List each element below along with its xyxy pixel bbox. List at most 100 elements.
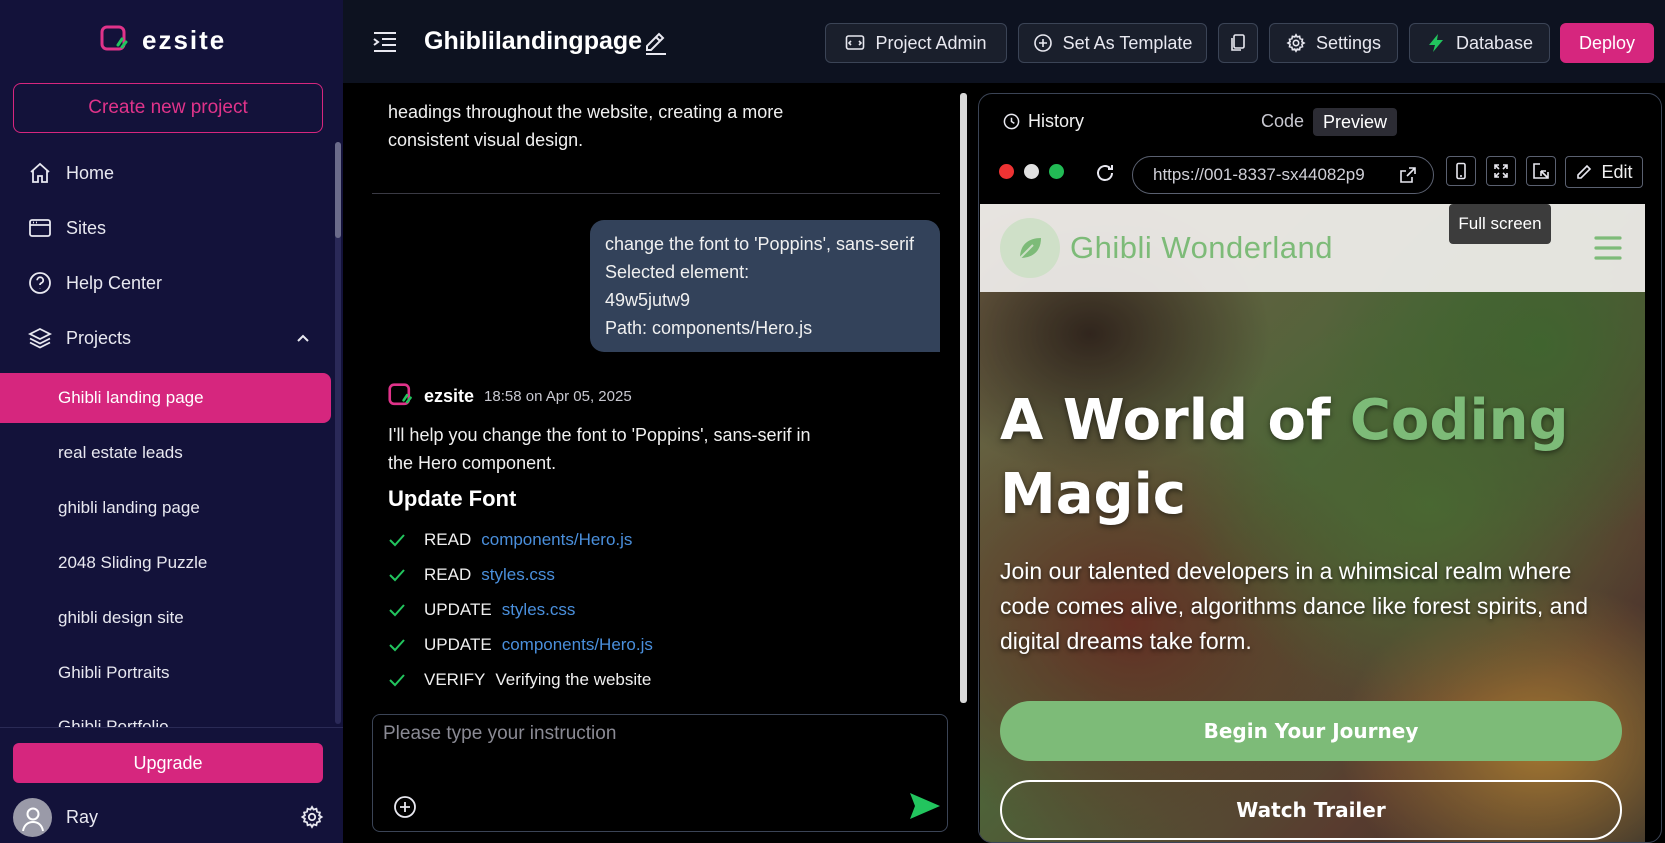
window-minimize-dot[interactable] — [1024, 164, 1039, 179]
help-circle-icon — [29, 272, 51, 294]
step-file-link[interactable]: components/Hero.js — [502, 635, 653, 655]
project-item-active[interactable]: Ghibli landing page — [0, 373, 331, 423]
step-file-link[interactable]: styles.css — [502, 600, 576, 620]
tab-preview[interactable]: Preview — [1313, 108, 1398, 136]
chat-scrollbar-thumb[interactable] — [960, 93, 967, 703]
set-as-template-button[interactable]: Set As Template — [1018, 23, 1207, 63]
check-icon — [389, 639, 405, 652]
ezsite-logo-icon — [388, 383, 412, 406]
window-close-dot[interactable] — [999, 164, 1014, 179]
deploy-button[interactable]: Deploy — [1560, 23, 1654, 63]
step-file-link[interactable]: styles.css — [481, 565, 555, 585]
site-brand-name[interactable]: Ghibli Wonderland — [1070, 230, 1333, 266]
select-element-button[interactable] — [1526, 156, 1556, 186]
hero-title-part: A World of — [1000, 388, 1350, 453]
ezsite-logo-icon — [100, 25, 128, 51]
watch-trailer-button[interactable]: Watch Trailer — [1000, 780, 1622, 840]
mobile-device-icon — [1456, 162, 1466, 180]
layers-icon — [28, 327, 52, 349]
project-item[interactable]: ghibli landing page — [58, 496, 200, 520]
plus-circle-icon — [1033, 34, 1052, 52]
check-icon — [389, 604, 405, 617]
database-button[interactable]: Database — [1409, 23, 1550, 63]
url-text: https://001-8337-sx44082p9 — [1153, 165, 1365, 184]
site-preview-frame[interactable]: Ghibli Wonderland A World of Coding Magic… — [980, 204, 1645, 842]
settings-label: Settings — [1315, 32, 1382, 53]
collapse-menu-icon[interactable] — [372, 30, 398, 54]
assistant-reply: I'll help you change the font to 'Poppin… — [388, 425, 811, 473]
history-label: History — [1028, 111, 1085, 131]
window-maximize-dot[interactable] — [1049, 164, 1064, 179]
reload-icon[interactable] — [1094, 162, 1116, 184]
history-button[interactable]: History — [1003, 111, 1084, 132]
step-action: VERIFY — [424, 670, 486, 689]
nav-sites-label: Sites — [66, 217, 107, 238]
project-admin-button[interactable]: Project Admin — [825, 23, 1007, 63]
nav-home[interactable]: Home — [28, 158, 114, 188]
copy-button[interactable] — [1218, 23, 1258, 63]
step-action: UPDATE — [424, 635, 492, 654]
step-action: READ — [424, 530, 472, 549]
hamburger-menu-icon[interactable] — [1594, 235, 1622, 261]
user-profile[interactable]: Ray — [13, 798, 98, 837]
tab-code[interactable]: Code — [1261, 111, 1304, 132]
brand-name: ezsite — [142, 24, 227, 55]
pencil-icon[interactable] — [643, 30, 669, 56]
project-item[interactable]: 2048 Sliding Puzzle — [58, 551, 207, 575]
step-action: READ — [424, 565, 472, 584]
nav-projects[interactable]: Projects — [28, 323, 131, 353]
nav-help-label: Help Center — [66, 272, 163, 293]
project-item[interactable]: real estate leads — [58, 441, 183, 465]
nav-sites[interactable]: Sites — [28, 213, 106, 243]
instruction-input[interactable] — [383, 723, 933, 773]
plus-circle-icon[interactable] — [393, 795, 417, 819]
step-item: READ styles.css — [388, 562, 555, 588]
chat-scrollbar[interactable] — [960, 93, 967, 703]
chevron-up-icon[interactable] — [294, 330, 312, 348]
fullscreen-icon — [1494, 164, 1508, 178]
project-item-clipped[interactable]: Ghibli Portfolio — [58, 716, 169, 727]
step-file-link[interactable]: components/Hero.js — [481, 530, 632, 550]
user-name: Ray — [66, 807, 99, 827]
fullscreen-button[interactable] — [1486, 156, 1516, 186]
database-label: Database — [1455, 32, 1534, 53]
begin-journey-button[interactable]: Begin Your Journey — [1000, 701, 1622, 761]
user-message-line: Selected element: — [605, 262, 750, 282]
cursor-select-icon — [1533, 163, 1549, 179]
sidebar-divider — [0, 727, 343, 728]
home-icon — [30, 162, 50, 183]
step-item: READ components/Hero.js — [388, 527, 632, 553]
mobile-view-button[interactable] — [1446, 156, 1476, 186]
sidebar: ezsite Create new project Home Sites Hel… — [0, 0, 343, 843]
send-icon[interactable] — [908, 791, 942, 821]
brand-logo[interactable]: ezsite — [100, 22, 226, 58]
nav-projects-label: Projects — [66, 327, 132, 348]
clock-history-icon — [1003, 113, 1020, 130]
step-item: UPDATE components/Hero.js — [388, 632, 653, 658]
settings-button[interactable]: Settings — [1269, 23, 1398, 63]
fullscreen-tooltip: Full screen — [1449, 204, 1551, 244]
step-description: Verifying the website — [495, 670, 652, 689]
edit-label: Edit — [1601, 161, 1633, 182]
section-title: Update Font — [388, 486, 517, 511]
set-as-template-label: Set As Template — [1062, 32, 1193, 53]
project-item[interactable]: ghibli design site — [58, 606, 184, 630]
previous-assistant-message: headings throughout the website, creatin… — [388, 102, 784, 150]
url-bar[interactable]: https://001-8337-sx44082p9 — [1132, 156, 1434, 194]
user-message-line: 49w5jutw9 — [605, 290, 691, 310]
pencil-icon — [1577, 164, 1592, 179]
nav-help[interactable]: Help Center — [28, 268, 162, 298]
project-item[interactable]: Ghibli Portraits — [58, 661, 169, 685]
site-logo[interactable] — [1000, 218, 1060, 278]
lightning-icon — [1428, 34, 1443, 52]
sidebar-scrollbar[interactable] — [335, 142, 341, 724]
user-message-bubble: change the font to 'Poppins', sans-serif… — [590, 220, 940, 352]
sidebar-scrollbar-thumb[interactable] — [335, 142, 341, 238]
user-message-line: Path: components/Hero.js — [605, 318, 813, 338]
upgrade-button[interactable]: Upgrade — [13, 743, 323, 783]
external-link-icon[interactable] — [1399, 166, 1417, 184]
admin-panel-icon — [846, 35, 865, 50]
gear-icon[interactable] — [300, 805, 324, 829]
create-project-button[interactable]: Create new project — [13, 83, 323, 133]
edit-button[interactable]: Edit — [1565, 156, 1643, 188]
